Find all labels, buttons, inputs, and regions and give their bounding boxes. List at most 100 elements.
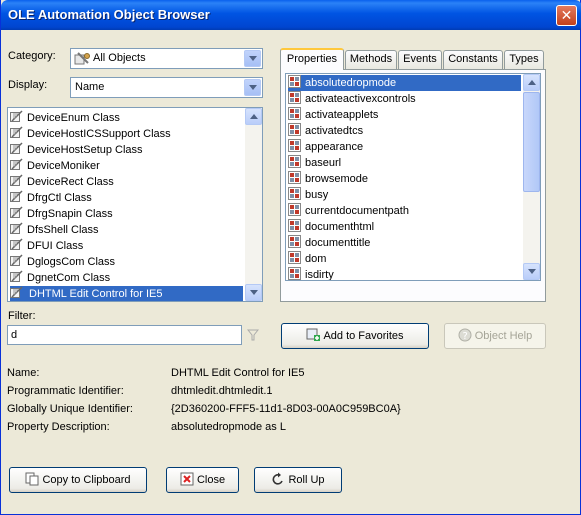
property-icon: [288, 219, 302, 232]
class-icon: [10, 142, 24, 155]
property-list-item-label: currentdocumentpath: [305, 205, 409, 217]
property-list-item[interactable]: documenttitle: [288, 235, 521, 251]
tab-events[interactable]: Events: [398, 50, 442, 69]
roll-up-label: Roll Up: [288, 474, 325, 486]
property-icon: [288, 203, 302, 216]
class-icon: [10, 206, 24, 219]
property-list-item[interactable]: appearance: [288, 139, 521, 155]
property-list-item-label: activateactivexcontrols: [305, 93, 416, 105]
object-help-button[interactable]: ? Object Help: [444, 323, 546, 349]
close-window-button[interactable]: ✕: [556, 5, 577, 26]
add-to-favorites-button[interactable]: Add to Favorites: [281, 323, 429, 349]
property-list-item-label: browsemode: [305, 173, 368, 185]
arrow-down-icon: [250, 290, 258, 295]
title-bar[interactable]: OLE Automation Object Browser ✕: [1, 0, 581, 30]
filter-input[interactable]: [8, 326, 241, 344]
funnel-icon[interactable]: [246, 328, 260, 345]
property-list-item[interactable]: dom: [288, 251, 521, 267]
class-icon: [10, 222, 24, 235]
class-list-item[interactable]: DfsShell Class: [10, 222, 243, 238]
chevron-down-icon: [249, 85, 257, 90]
class-icon: [10, 110, 24, 123]
help-icon: ?: [458, 327, 472, 342]
property-list-item[interactable]: baseurl: [288, 155, 521, 171]
tab-properties[interactable]: Properties: [280, 48, 344, 70]
arrow-down-icon: [528, 269, 536, 274]
property-list-item[interactable]: absolutedropmode: [288, 75, 521, 91]
class-list-item-label: DfrgSnapin Class: [27, 208, 113, 220]
class-list-item[interactable]: DeviceEnum Class: [10, 110, 243, 126]
roll-up-icon: [271, 471, 285, 485]
arrow-up-icon: [250, 114, 258, 119]
class-list-item-label: DfsShell Class: [27, 224, 99, 236]
progid-value: dhtmledit.dhtmledit.1: [171, 385, 273, 397]
roll-up-button[interactable]: Roll Up: [254, 467, 342, 493]
property-list-item-label: absolutedropmode: [305, 77, 397, 89]
class-icon: [10, 238, 24, 251]
property-list-item-label: appearance: [305, 141, 364, 153]
tab-constants[interactable]: Constants: [443, 50, 503, 69]
class-list-item[interactable]: DfrgCtl Class: [10, 190, 243, 206]
property-icon: [288, 139, 302, 152]
class-icon: [10, 158, 24, 171]
property-list-item[interactable]: browsemode: [288, 171, 521, 187]
class-list-item[interactable]: DHTML Edit Control for IE5: [10, 286, 243, 301]
properties-panel: absolutedropmode activateactivexcontrols a…: [280, 69, 546, 302]
class-list[interactable]: DeviceEnum Class DeviceHostICSSupport Cla…: [7, 107, 263, 302]
guid-value: {2D360200-FFF5-11d1-8D03-00A0C959BC0A}: [171, 403, 401, 415]
class-list-item-label: DeviceRect Class: [27, 176, 114, 188]
property-list-item[interactable]: activatedtcs: [288, 123, 521, 139]
class-list-item[interactable]: DfrgSnapin Class: [10, 206, 243, 222]
class-list-item-label: DFUI Class: [27, 240, 84, 252]
class-list-item[interactable]: DeviceHostSetup Class: [10, 142, 243, 158]
class-list-item[interactable]: DgnetCom Class: [10, 270, 243, 286]
display-dropdown[interactable]: Name: [70, 77, 263, 98]
class-list-item[interactable]: DFUI Class: [10, 238, 243, 254]
class-icon: [10, 286, 24, 299]
property-list-item-label: activateapplets: [305, 109, 379, 121]
scroll-up-button[interactable]: [245, 108, 262, 125]
category-label: Category:: [8, 50, 56, 62]
property-list-item-label: documenthtml: [305, 221, 375, 233]
class-list-item[interactable]: DeviceMoniker: [10, 158, 243, 174]
property-list-item[interactable]: isdirty: [288, 267, 521, 281]
property-list-item-label: isdirty: [305, 269, 334, 281]
description-value: absolutedropmode as L: [171, 421, 286, 433]
category-value: All Objects: [93, 52, 146, 64]
class-list-item[interactable]: DeviceHostICSSupport Class: [10, 126, 243, 142]
property-list-item[interactable]: documenthtml: [288, 219, 521, 235]
scroll-thumb[interactable]: [523, 92, 540, 192]
class-icon: [10, 254, 24, 267]
tab-methods[interactable]: Methods: [345, 50, 397, 69]
property-list-item[interactable]: busy: [288, 187, 521, 203]
member-list[interactable]: absolutedropmode activateactivexcontrols a…: [285, 73, 541, 281]
scroll-down-button[interactable]: [245, 284, 262, 301]
property-icon: [288, 267, 302, 280]
class-icon: [10, 270, 24, 283]
tab-types[interactable]: Types: [504, 50, 544, 69]
scroll-up-button[interactable]: [523, 74, 540, 91]
property-list-item-label: baseurl: [305, 157, 342, 169]
property-icon: [288, 91, 302, 104]
filter-field[interactable]: [7, 325, 242, 345]
close-button[interactable]: Close: [166, 467, 239, 493]
property-list-item[interactable]: activateactivexcontrols: [288, 91, 521, 107]
class-list-item[interactable]: DeviceRect Class: [10, 174, 243, 190]
display-dropdown-arrow[interactable]: [244, 79, 261, 96]
member-list-scrollbar[interactable]: [523, 74, 540, 280]
chevron-down-icon: [249, 56, 257, 61]
progid-label: Programmatic Identifier:: [7, 385, 124, 397]
class-list-scrollbar[interactable]: [245, 108, 262, 301]
class-list-item[interactable]: DglogsCom Class: [10, 254, 243, 270]
display-value: Name: [75, 81, 105, 93]
close-icon: [180, 471, 194, 486]
category-dropdown-arrow[interactable]: [244, 50, 261, 67]
guid-label: Globally Unique Identifier:: [7, 403, 133, 415]
property-icon: [288, 107, 302, 120]
property-list-item[interactable]: currentdocumentpath: [288, 203, 521, 219]
class-list-item-label: DfrgCtl Class: [27, 192, 92, 204]
copy-to-clipboard-button[interactable]: Copy to Clipboard: [9, 467, 147, 493]
category-dropdown[interactable]: All Objects: [70, 48, 263, 69]
scroll-down-button[interactable]: [523, 263, 540, 280]
property-list-item[interactable]: activateapplets: [288, 107, 521, 123]
